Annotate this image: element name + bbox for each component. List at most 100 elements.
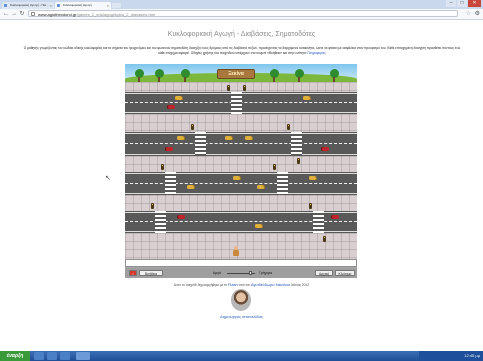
tab-close-icon[interactable]: × bbox=[107, 2, 109, 9]
traffic-light-icon bbox=[287, 124, 290, 130]
traffic-light-icon bbox=[323, 236, 326, 242]
reload-icon[interactable]: ↻ bbox=[18, 10, 26, 18]
minimize-button[interactable]: – bbox=[446, 0, 456, 7]
credits-line: Αυτό το παιχνίδι δημιουργήθηκε με το Fla… bbox=[0, 282, 483, 287]
credits-date: Ιούνιος 2012 bbox=[290, 283, 309, 287]
lane-marking bbox=[125, 183, 357, 184]
page-info-icon bbox=[31, 12, 35, 16]
zebra-crossing[interactable] bbox=[195, 132, 206, 156]
speed-slider-knob[interactable] bbox=[249, 271, 252, 275]
taxi-car bbox=[233, 176, 241, 180]
road bbox=[125, 132, 357, 156]
page-title: Κυκλοφοριακή Αγωγή - Διαβάσεις, Σηματοδό… bbox=[167, 31, 316, 38]
maximize-button[interactable]: □ bbox=[457, 0, 467, 7]
author-page-link[interactable]: Δημιουργός ιστοσελίδας bbox=[0, 314, 483, 319]
zebra-crossing[interactable] bbox=[277, 172, 288, 195]
road bbox=[125, 211, 357, 233]
close-game-button[interactable]: Κλείσιμο bbox=[335, 270, 355, 276]
forward-arrow-icon[interactable]: → bbox=[10, 10, 18, 18]
road-edge-line bbox=[125, 193, 357, 194]
traffic-light-icon bbox=[191, 124, 194, 130]
red-car bbox=[331, 215, 339, 219]
zebra-crossing[interactable] bbox=[165, 172, 176, 195]
credits-prefix: Αυτό το παιχνίδι δημιουργήθηκε με το bbox=[174, 283, 228, 287]
quicklaunch-icon[interactable] bbox=[60, 352, 70, 360]
red-car bbox=[165, 147, 173, 151]
traffic-light-icon bbox=[227, 85, 230, 91]
sidewalk bbox=[125, 195, 357, 211]
sidewalk bbox=[125, 114, 357, 132]
intro-paragraph: Ο μαθητής γνωρίζοντας τον κώδικα οδικής … bbox=[22, 46, 462, 56]
taskbar-browser-button[interactable] bbox=[76, 352, 90, 360]
red-car bbox=[177, 215, 185, 219]
browser-tab-strip: Κυκλοφοριακή Αγωγή - Παι... × Κυκλοφορια… bbox=[0, 0, 483, 9]
back-arrow-icon[interactable]: ← bbox=[2, 10, 10, 18]
sidewalk bbox=[125, 156, 357, 172]
taxi-car bbox=[177, 136, 185, 140]
zebra-crossing[interactable] bbox=[155, 211, 166, 233]
url-path: /games_2_edu/agogi/kyklo_2_diavaseis.htm bbox=[76, 12, 156, 17]
reset-button[interactable]: Αρχική bbox=[315, 270, 333, 276]
zebra-crossing[interactable] bbox=[313, 211, 324, 233]
road-edge-line bbox=[125, 133, 357, 134]
new-tab-button[interactable] bbox=[112, 3, 121, 8]
author-name-link[interactable]: Αγιοθεόδωρο Νικόλαο bbox=[251, 282, 290, 287]
favicon-icon bbox=[57, 4, 60, 7]
message-field bbox=[125, 259, 357, 267]
author-avatar[interactable] bbox=[231, 289, 251, 311]
close-window-button[interactable]: ✕ bbox=[468, 0, 481, 7]
quicklaunch-icon[interactable] bbox=[47, 352, 57, 360]
traffic-light-icon bbox=[297, 158, 300, 164]
lane-marking bbox=[125, 143, 357, 144]
browser-tab-2[interactable]: Κυκλοφοριακή Αγωγή × bbox=[55, 2, 111, 9]
clock: 12:45 μμ bbox=[464, 353, 480, 358]
address-bar[interactable]: www.agiotheodoroi.gr/games_2_edu/agogi/k… bbox=[28, 10, 458, 17]
flash-link[interactable]: Flash bbox=[228, 282, 238, 287]
traffic-light-icon bbox=[309, 203, 312, 209]
os-taskbar: έναρξη 12:45 μμ bbox=[0, 351, 483, 361]
taxi-car bbox=[255, 224, 263, 228]
speed-slow-label: Αργά bbox=[213, 271, 221, 275]
traffic-light-icon bbox=[161, 164, 164, 170]
start-game-button[interactable]: Ξεκίνα bbox=[217, 69, 255, 79]
game-canvas[interactable]: Ξεκίνα ♪ Βοήθεια Αργά Γρήγορα Αρχική Κλε… bbox=[125, 64, 357, 278]
taxi-car bbox=[303, 96, 311, 100]
zebra-crossing[interactable] bbox=[291, 132, 302, 156]
intro-text: Ο μαθητής γνωρίζοντας τον κώδικα οδικής … bbox=[23, 46, 461, 55]
taxi-car bbox=[245, 136, 253, 140]
zebra-crossing[interactable] bbox=[231, 92, 242, 114]
road bbox=[125, 92, 357, 114]
traffic-light-icon bbox=[273, 164, 276, 170]
browser-tab-1[interactable]: Κυκλοφοριακή Αγωγή - Παι... × bbox=[2, 2, 54, 9]
help-button[interactable]: Βοήθεια bbox=[139, 270, 163, 276]
tab-label: Κυκλοφοριακή Αγωγή bbox=[63, 3, 92, 7]
bookmark-star-icon[interactable]: ☆ bbox=[466, 10, 471, 17]
window-controls: – □ ✕ bbox=[446, 0, 481, 8]
wrench-menu-icon[interactable]: ⚙ bbox=[475, 10, 480, 17]
sound-toggle-icon[interactable]: ♪ bbox=[129, 270, 137, 276]
road-edge-line bbox=[125, 154, 357, 155]
pedestrian-player[interactable] bbox=[233, 246, 239, 256]
tab-label: Κυκλοφοριακή Αγωγή - Παι... bbox=[10, 3, 49, 7]
game-control-bar: ♪ Βοήθεια Αργά Γρήγορα Αρχική Κλείσιμο bbox=[125, 268, 357, 278]
taxi-car bbox=[187, 185, 195, 189]
red-car bbox=[167, 105, 175, 109]
start-menu-button[interactable]: έναρξη bbox=[0, 351, 30, 361]
credits-mid: από τον bbox=[238, 283, 250, 287]
road bbox=[125, 172, 357, 195]
system-tray: 12:45 μμ bbox=[419, 351, 483, 361]
taxi-car bbox=[225, 136, 233, 140]
url-host: www.agiotheodoroi.gr bbox=[38, 12, 77, 17]
mouse-cursor-icon: ↖ bbox=[105, 175, 111, 182]
sidewalk bbox=[125, 82, 357, 92]
road-edge-line bbox=[125, 173, 357, 174]
browser-toolbar: ← → ↻ www.agiotheodoroi.gr/games_2_edu/a… bbox=[0, 9, 483, 20]
tab-close-icon[interactable]: × bbox=[50, 2, 52, 9]
quicklaunch-icon[interactable] bbox=[34, 352, 44, 360]
info-link[interactable]: Πληροφορίες bbox=[307, 51, 326, 55]
red-car bbox=[321, 147, 329, 151]
taxi-car bbox=[309, 176, 317, 180]
traffic-light-icon bbox=[151, 203, 154, 209]
favicon-icon bbox=[4, 4, 7, 7]
taxi-car bbox=[175, 96, 183, 100]
